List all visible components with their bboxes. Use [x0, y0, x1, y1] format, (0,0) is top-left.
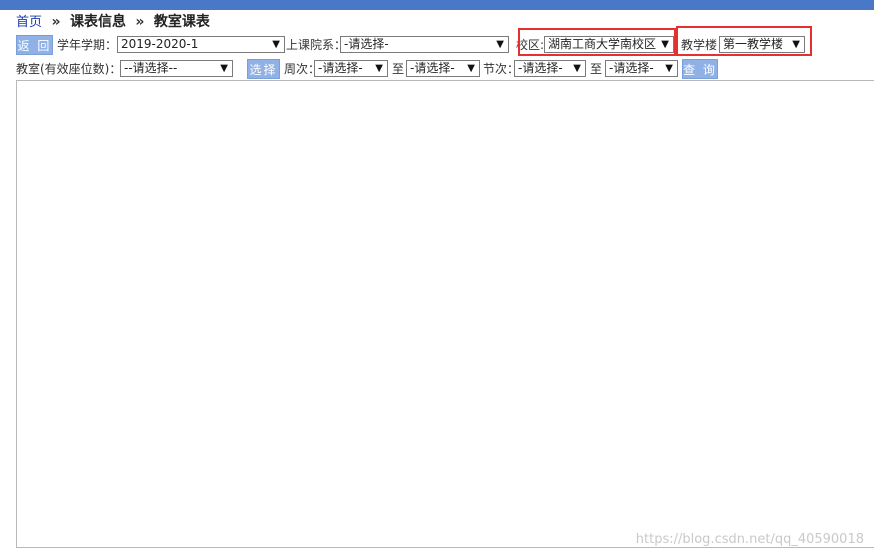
term-select-value: 2019-2020-1 — [121, 37, 199, 51]
filter-row-2: 教室(有效座位数)： --请选择-- ▼ 选择 周次： -请选择- ▼ 至 -请… — [0, 58, 874, 80]
week-to-select[interactable]: -请选择- ▼ — [406, 60, 480, 77]
select-button[interactable]: 选择 — [247, 59, 280, 79]
room-select-value: --请选择-- — [124, 61, 178, 75]
week-to-value: -请选择- — [410, 61, 455, 75]
term-select[interactable]: 2019-2020-1 ▼ — [117, 36, 285, 53]
chevron-down-icon: ▼ — [220, 63, 228, 74]
room-label: 教室(有效座位数)： — [16, 62, 122, 76]
section-from-value: -请选择- — [518, 61, 563, 75]
section-to-label: 至 — [590, 62, 603, 76]
department-select[interactable]: -请选择- ▼ — [340, 36, 509, 53]
section-to-select[interactable]: -请选择- ▼ — [605, 60, 678, 77]
breadcrumb-home-link[interactable]: 首页 — [16, 15, 42, 30]
breadcrumb-separator: » — [135, 14, 145, 30]
room-select[interactable]: --请选择-- ▼ — [120, 60, 233, 77]
week-from-value: -请选择- — [318, 61, 363, 75]
chevron-down-icon: ▼ — [375, 63, 383, 74]
section-to-value: -请选择- — [609, 61, 654, 75]
timetable-panel — [16, 80, 874, 548]
page-title: 教室课表 — [153, 14, 210, 30]
term-label: 学年学期： — [57, 38, 118, 52]
chevron-down-icon: ▼ — [272, 39, 280, 50]
chevron-down-icon: ▼ — [467, 63, 475, 74]
week-to-label: 至 — [392, 62, 405, 76]
chevron-down-icon: ▼ — [573, 63, 581, 74]
breadcrumb-course-info: 课表信息 — [69, 14, 126, 30]
breadcrumb-separator: » — [51, 14, 61, 30]
breadcrumb: 首页 » 课表信息 » 教室课表 — [16, 13, 210, 31]
department-select-value: -请选择- — [344, 37, 389, 51]
chevron-down-icon: ▼ — [496, 39, 504, 50]
section-from-select[interactable]: -请选择- ▼ — [514, 60, 586, 77]
top-bar — [0, 0, 874, 10]
chevron-down-icon: ▼ — [665, 63, 673, 74]
back-button[interactable]: 返 回 — [16, 35, 53, 55]
department-label: 上课院系： — [286, 38, 347, 52]
week-from-select[interactable]: -请选择- ▼ — [314, 60, 388, 77]
query-button[interactable]: 查 询 — [682, 59, 718, 79]
campus-highlight-box — [518, 28, 676, 56]
watermark-text: https://blog.csdn.net/qq_40590018 — [635, 532, 864, 547]
building-highlight-box — [676, 26, 812, 56]
